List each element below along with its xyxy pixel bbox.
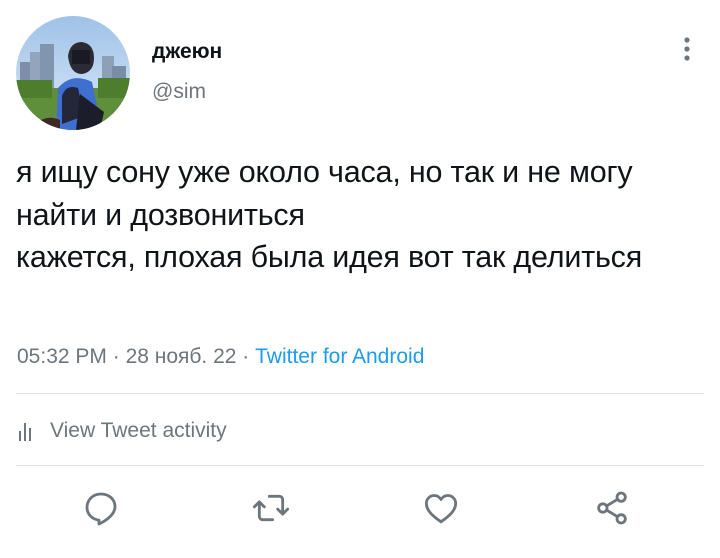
avatar[interactable] — [16, 16, 130, 130]
tweet-text: я ищу сону уже около часа, но так и не м… — [16, 155, 643, 274]
more-options-icon[interactable] — [672, 32, 702, 66]
reply-button[interactable] — [81, 488, 121, 528]
tweet-time[interactable]: 05:32 PM — [17, 345, 107, 368]
like-button[interactable] — [421, 488, 461, 528]
view-tweet-activity-link[interactable]: View Tweet activity — [18, 415, 227, 447]
tweet-date[interactable]: 28 нояб. 22 — [126, 345, 237, 368]
like-icon — [424, 494, 458, 524]
view-tweet-activity-label: View Tweet activity — [50, 419, 227, 442]
display-name[interactable]: джеюн — [152, 40, 222, 64]
divider — [16, 465, 704, 466]
share-button[interactable] — [592, 488, 632, 528]
retweet-icon — [252, 494, 290, 522]
meta-separator: · — [236, 345, 256, 368]
divider — [16, 393, 704, 394]
tweet-card: джеюн @sim я ищу сону уже около часа, но… — [0, 0, 720, 558]
tweet-metadata: 05:32 PM · 28 нояб. 22 · Twitter for And… — [17, 344, 424, 370]
reply-icon — [85, 492, 117, 526]
tweet-source[interactable]: Twitter for Android — [255, 345, 424, 368]
share-icon — [597, 491, 627, 525]
meta-separator: · — [106, 345, 126, 368]
retweet-button[interactable] — [251, 488, 291, 528]
analytics-bars-icon — [19, 423, 31, 441]
user-handle[interactable]: @sim — [152, 80, 206, 104]
